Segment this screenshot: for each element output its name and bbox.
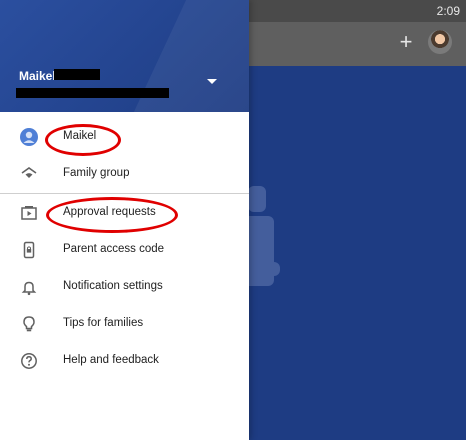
home-heart-icon [21,167,37,178]
menu-item-family-group[interactable]: Family group [0,156,249,192]
drawer-header: Maikel [0,0,249,112]
redaction-bar [16,88,169,98]
menu-item-parent-access-code[interactable]: Parent access code [0,232,249,268]
menu-divider [0,193,249,194]
menu-item-label: Tips for families [63,317,144,329]
menu-item-tips-for-families[interactable]: Tips for families [0,306,249,342]
menu-item-help-and-feedback[interactable]: Help and feedback [0,343,249,379]
menu-item-label: Help and feedback [63,354,159,366]
lightbulb-icon [23,316,35,332]
account-name: Maikel [19,69,56,83]
help-icon [21,353,37,369]
phone-lock-icon [23,241,35,259]
menu-item-label: Notification settings [63,280,163,292]
menu-item-label: Family group [63,167,130,179]
bell-icon [21,281,37,296]
menu-item-profile[interactable]: Maikel [0,119,249,155]
video-play-icon [21,206,37,220]
menu-item-notification-settings[interactable]: Notification settings [0,269,249,305]
status-time: 2:09 [436,4,460,18]
menu-item-label: Parent access code [63,243,165,255]
redaction-bar [54,69,100,80]
plus-icon[interactable]: + [394,30,418,54]
account-avatar[interactable] [428,30,452,54]
caret-down-icon[interactable] [207,79,217,84]
highlight-oval-profile [45,124,121,156]
profile-avatar-icon [20,128,38,146]
highlight-oval-approval-requests [46,197,178,233]
